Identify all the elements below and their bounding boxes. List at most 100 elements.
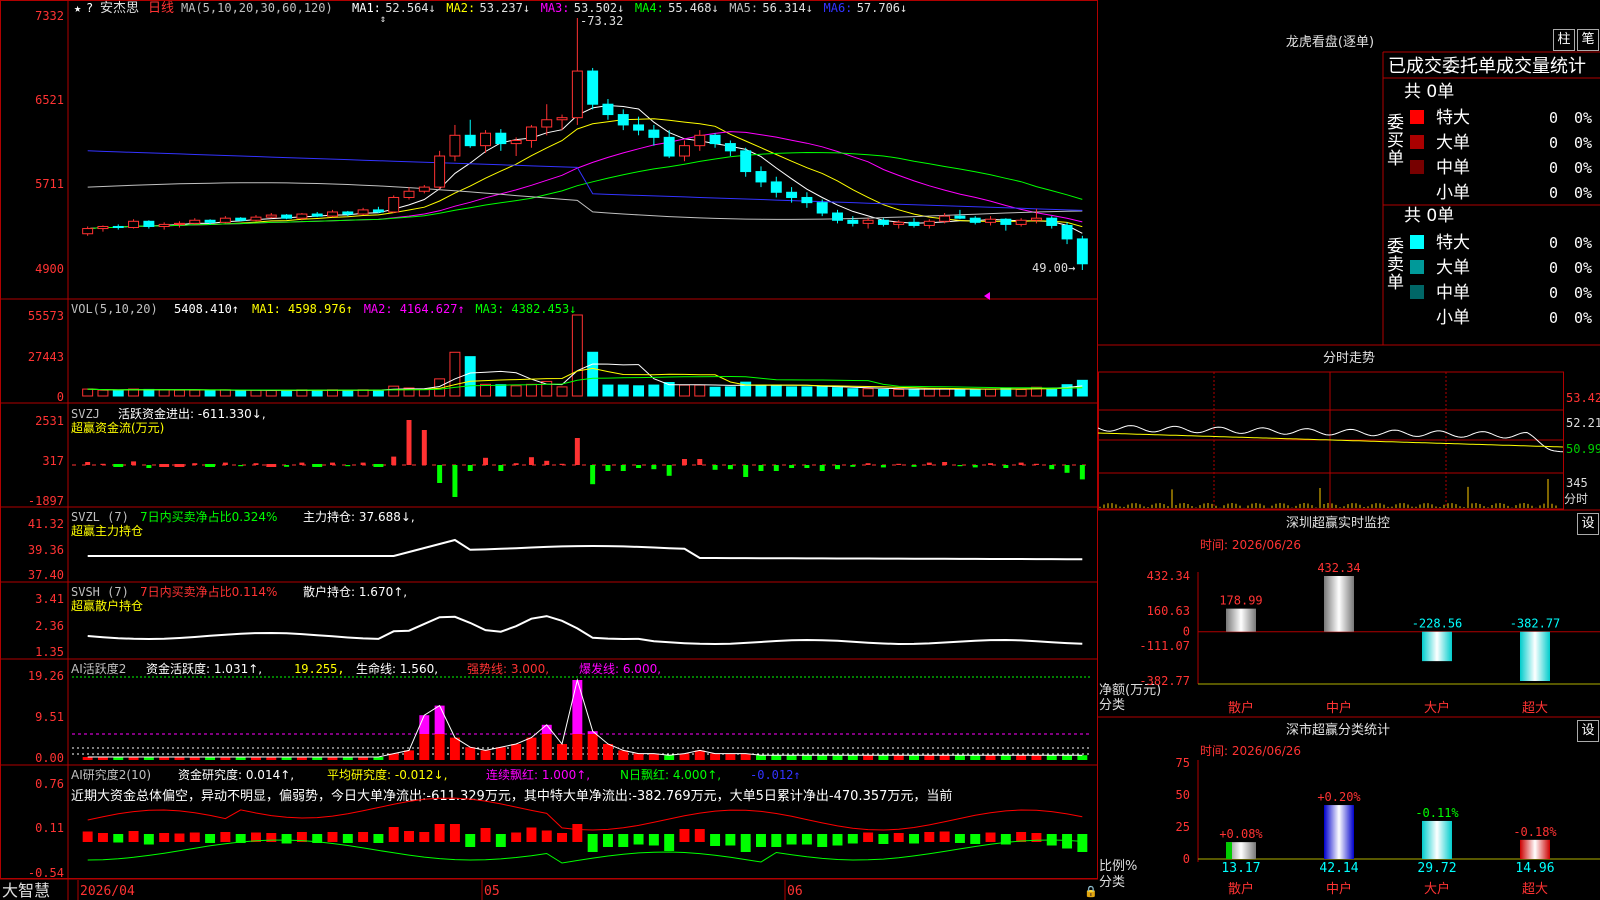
volume-bar [480,383,492,397]
candle-body[interactable] [694,134,706,147]
lock-icon[interactable]: 🔒 [1084,885,1098,898]
fund-flow-bar [773,465,779,471]
candle-body[interactable] [862,219,874,224]
candle-body[interactable] [985,218,997,223]
candle-body[interactable] [847,219,859,224]
candle-body[interactable] [893,221,905,225]
activity-bar [863,755,874,760]
candle-body[interactable] [357,209,369,215]
candle-body[interactable] [189,219,201,224]
classify-settings-button[interactable]: 设 [1577,720,1599,742]
candle-body[interactable] [418,186,430,192]
candle-body[interactable] [939,215,951,222]
tick-view-button[interactable]: 笔 [1577,29,1599,51]
volume-bar [464,356,476,397]
candle-body[interactable] [541,119,553,128]
classify-value-label: 29.72 [1417,861,1456,876]
candle-body[interactable] [296,213,308,219]
candle-body[interactable] [403,190,415,198]
retail-holding-line [87,615,1083,646]
candle-body[interactable] [219,217,231,223]
candle-body[interactable] [1076,238,1088,265]
lhb-row-count: 0 [1549,159,1558,177]
candle-body[interactable] [571,70,583,119]
research-bar [174,833,185,842]
stock-name[interactable]: 安杰思 [100,1,139,16]
candle-body[interactable] [449,134,461,157]
candle-body[interactable] [969,217,981,223]
svzj-text: 活跃资金进出: -611.330↓, [118,406,266,421]
candle-body[interactable] [434,155,446,188]
activity-bar-burst [434,705,445,734]
research-bar [189,832,200,842]
candle-body[interactable] [235,217,247,221]
candle-body[interactable] [709,134,721,145]
research-bar [220,832,231,842]
fund-flow-bar [205,464,216,467]
candle-body[interactable] [250,216,262,221]
candle-body[interactable] [525,126,537,141]
candle-body[interactable] [954,215,966,219]
candle-body[interactable] [82,228,94,235]
candle-body[interactable] [158,223,170,227]
monitor-axis-label: 0 [1183,625,1190,639]
fund-flow-bar [146,465,152,468]
candle-body[interactable] [1046,217,1058,226]
candle-body[interactable] [617,114,629,126]
bar-view-button[interactable]: 柱 [1553,29,1575,51]
candle-body[interactable] [816,202,828,214]
question-icon[interactable]: ? [86,1,93,15]
monitor-axis-label: -111.07 [1139,639,1190,653]
star-icon[interactable]: ★ [74,1,81,15]
candle-body[interactable] [908,221,920,226]
candle-body[interactable] [311,213,323,217]
candle-body[interactable] [633,124,645,131]
candle-body[interactable] [464,134,476,147]
vol-ma-values: MA1: 4598.976↑ MA2: 4164.627↑ MA3: 4382.453↓ [252,302,576,316]
main-chart-area[interactable]: ★ ? 安杰思 日线 MA(5,10,20,30,60,120) MA1: 52.… [0,0,1098,900]
candle-body[interactable] [832,212,843,221]
period-label[interactable]: 日线 [148,1,174,16]
candle-body[interactable] [648,129,660,138]
ai1-axis-label: 19.26 [28,669,64,683]
candle-body[interactable] [740,150,752,173]
candle-body[interactable] [1015,219,1027,225]
panel-frames [0,0,1098,900]
candle-body[interactable] [663,136,675,157]
candle-body[interactable] [1030,217,1042,221]
lhb-row-name: 大单 [1436,133,1470,153]
candlestick-series[interactable] [82,18,1088,270]
candle-body[interactable] [495,132,507,145]
monitor-settings-button[interactable]: 设 [1577,513,1599,535]
candle-body[interactable] [724,143,736,152]
candle-body[interactable] [755,171,767,183]
candle-body[interactable] [770,181,782,193]
candle-body[interactable] [480,132,492,147]
candle-body[interactable] [510,139,522,145]
candle-body[interactable] [372,209,384,213]
candle-body[interactable] [281,214,293,219]
candle-body[interactable] [923,220,935,226]
candle-body[interactable] [388,196,400,213]
brand-logo: 大智慧 [2,881,50,900]
candle-body[interactable] [342,211,354,215]
candle-body[interactable] [327,211,338,217]
candle-body[interactable] [204,219,216,223]
candle-body[interactable] [587,70,599,105]
candle-body[interactable] [786,191,798,198]
candle-body[interactable] [1000,218,1012,225]
candle-body[interactable] [173,222,185,225]
candle-body[interactable] [556,117,568,121]
candle-body[interactable] [112,225,124,229]
candle-body[interactable] [143,220,155,227]
candle-body[interactable] [265,214,277,218]
candle-body[interactable] [1061,224,1073,240]
candle-body[interactable] [678,145,690,157]
candle-body[interactable] [801,196,813,204]
candle-body[interactable] [128,220,140,229]
candle-body[interactable] [877,219,889,225]
volume-bar [525,383,537,397]
candle-body[interactable] [602,103,614,116]
candle-body[interactable] [97,225,109,230]
volume-bar [97,389,109,397]
